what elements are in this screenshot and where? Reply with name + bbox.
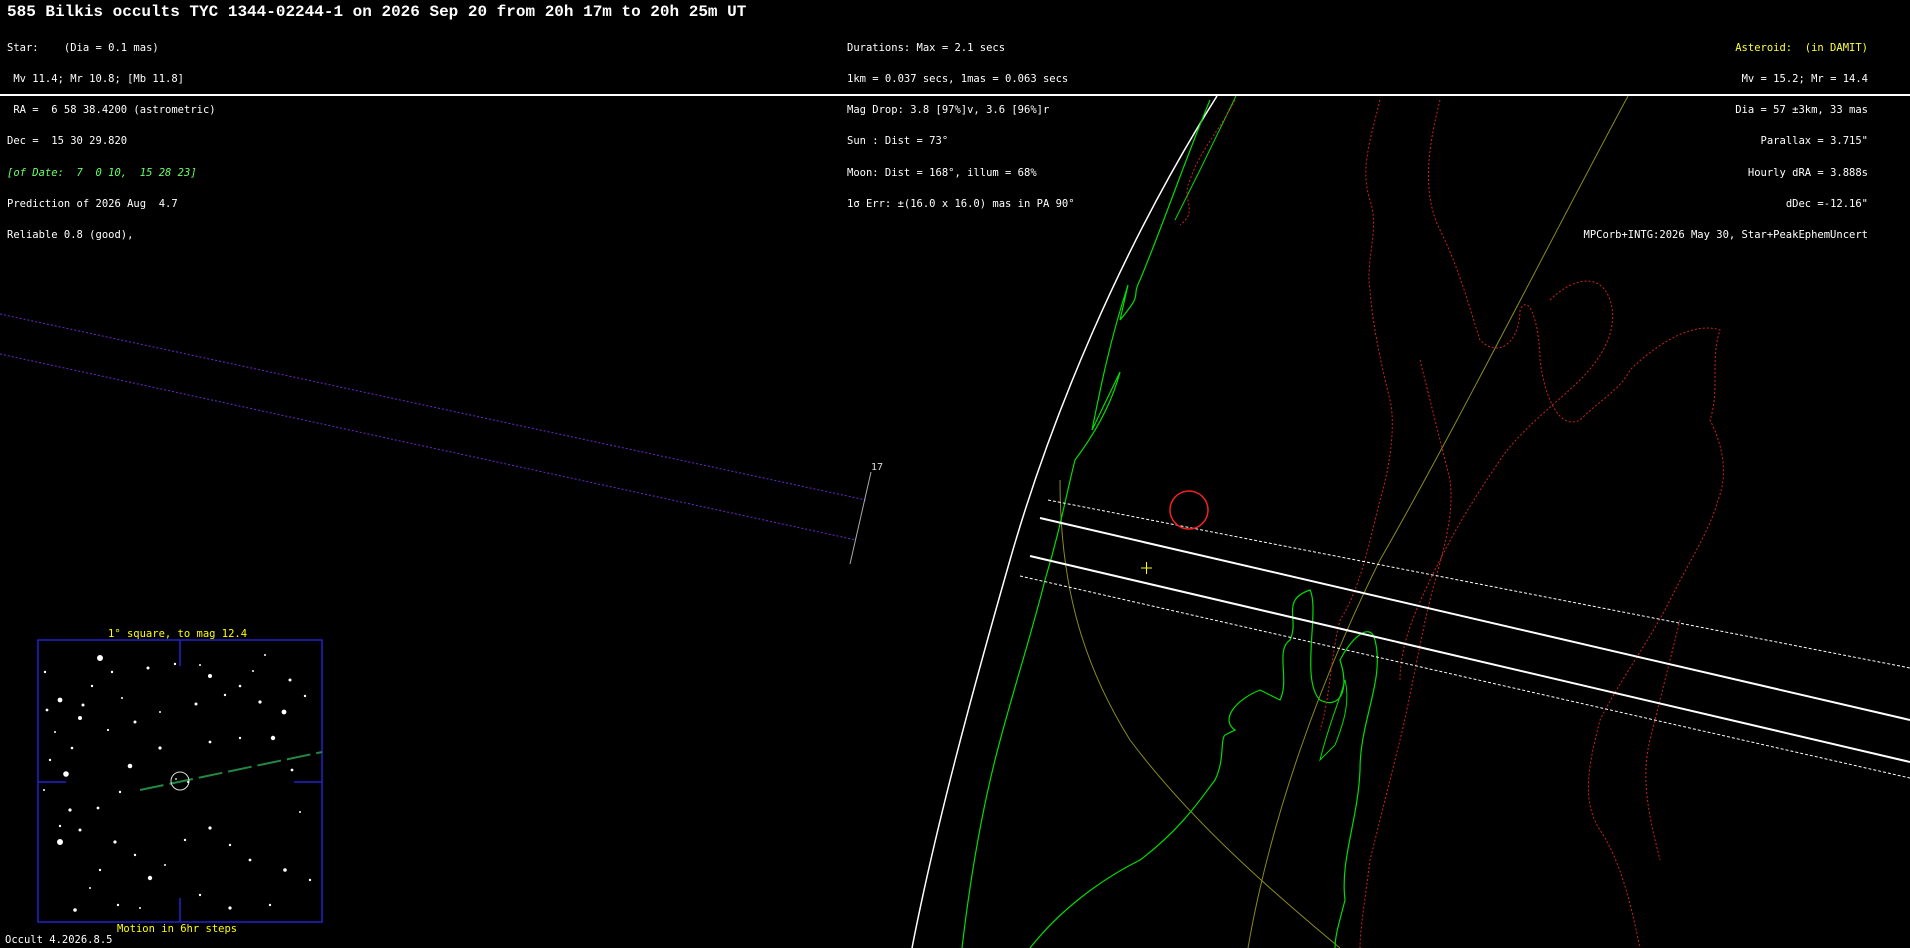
prior-path-south	[0, 353, 857, 541]
asteroid-info-line: Mv = 15.2; Mr = 14.4	[1741, 73, 1868, 86]
grid-line	[1059, 479, 1341, 948]
path-end-tick	[849, 471, 872, 565]
star-field-inset	[37, 639, 323, 923]
center-marker	[1141, 562, 1152, 574]
asteroid-info-line: Asteroid: (in DAMIT)	[1735, 41, 1868, 54]
prior-path-north	[0, 313, 867, 501]
observer-circle	[1169, 490, 1209, 530]
path-time-label: 17	[871, 462, 884, 473]
inset-caption-top: 1° square, to mag 12.4	[108, 628, 248, 640]
path-edge-south	[1029, 555, 1910, 763]
version-footer: Occult 4.2026.8.5	[5, 934, 113, 946]
occultation-map	[0, 96, 1910, 948]
grid-line	[1247, 96, 1629, 948]
star-info-line: Star: (Dia = 0.1 mas)	[7, 41, 159, 54]
inset-caption-bottom: Motion in 6hr steps	[117, 923, 238, 935]
event-info-line: 1km = 0.037 secs, 1mas = 0.063 secs	[847, 73, 1069, 86]
event-info-line: Durations: Max = 2.1 secs	[847, 41, 1006, 54]
page-title: 585 Bilkis occults TYC 1344-02244-1 on 2…	[7, 3, 747, 21]
path-edge-north	[1039, 517, 1910, 721]
earth-limb	[911, 96, 1218, 948]
star-info-line: Mv 11.4; Mr 10.8; [Mb 11.8]	[7, 73, 185, 86]
coastline	[1029, 589, 1378, 948]
country-borders	[1179, 99, 1724, 948]
sigma-line-south	[1019, 575, 1910, 779]
